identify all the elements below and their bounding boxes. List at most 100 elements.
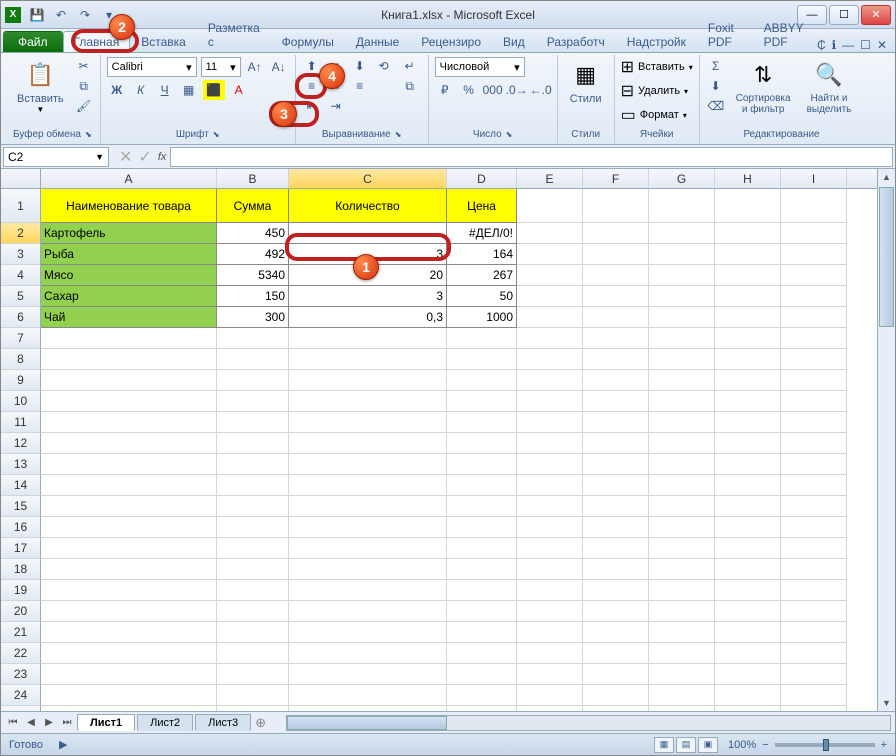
col-header-B[interactable]: B <box>217 169 289 188</box>
cell[interactable] <box>781 433 847 454</box>
cell[interactable] <box>715 328 781 349</box>
cell[interactable] <box>41 370 217 391</box>
cell[interactable] <box>517 265 583 286</box>
cell[interactable] <box>781 559 847 580</box>
row-header[interactable]: 13 <box>1 454 41 475</box>
cell[interactable] <box>289 685 447 706</box>
row-header[interactable]: 1 <box>1 189 41 223</box>
cell[interactable] <box>649 664 715 685</box>
tab-data[interactable]: Данные <box>345 31 410 52</box>
row-header[interactable]: 20 <box>1 601 41 622</box>
tab-view[interactable]: Вид <box>492 31 536 52</box>
fill-color-button[interactable]: ⬛ <box>203 80 225 100</box>
cell[interactable] <box>583 328 649 349</box>
cell[interactable] <box>41 643 217 664</box>
cell[interactable] <box>781 189 847 223</box>
cell[interactable] <box>517 328 583 349</box>
row-header[interactable]: 12 <box>1 433 41 454</box>
cell[interactable] <box>715 706 781 711</box>
close-button[interactable]: ✕ <box>861 5 891 25</box>
cell[interactable] <box>517 189 583 223</box>
launcher-icon[interactable]: ⬊ <box>506 130 513 139</box>
row-header[interactable]: 16 <box>1 517 41 538</box>
col-header-C[interactable]: C <box>289 169 447 188</box>
cell[interactable] <box>781 643 847 664</box>
cell[interactable] <box>715 643 781 664</box>
cell[interactable] <box>517 643 583 664</box>
cell[interactable] <box>781 223 847 244</box>
cell[interactable] <box>41 580 217 601</box>
cell[interactable] <box>649 307 715 328</box>
select-all-button[interactable] <box>1 169 41 188</box>
border-button[interactable]: ▦ <box>179 80 199 100</box>
cell[interactable] <box>715 475 781 496</box>
number-format-combo[interactable]: Числовой▾ <box>435 57 525 77</box>
cell[interactable] <box>289 223 447 244</box>
cell[interactable] <box>289 433 447 454</box>
cell[interactable] <box>41 685 217 706</box>
tab-developer[interactable]: Разработч <box>536 31 616 52</box>
cell[interactable] <box>583 244 649 265</box>
cell[interactable] <box>583 601 649 622</box>
cell[interactable]: 5340 <box>217 265 289 286</box>
row-header[interactable]: 17 <box>1 538 41 559</box>
cell[interactable] <box>447 496 517 517</box>
cell[interactable] <box>447 349 517 370</box>
zoom-slider[interactable] <box>775 743 875 747</box>
increase-font-button[interactable]: A↑ <box>245 57 265 77</box>
cell[interactable] <box>217 496 289 517</box>
cell[interactable] <box>781 580 847 601</box>
doc-restore-icon[interactable]: ☐ <box>860 38 871 52</box>
cell[interactable] <box>289 517 447 538</box>
decrease-indent-button[interactable]: ⇤ <box>302 97 322 115</box>
save-button[interactable]: 💾 <box>27 5 47 25</box>
cell[interactable]: 492 <box>217 244 289 265</box>
tab-insert[interactable]: Вставка <box>130 31 197 52</box>
tab-foxit[interactable]: Foxit PDF <box>697 17 753 52</box>
new-sheet-button[interactable]: ⊕ <box>255 715 266 731</box>
cell[interactable] <box>217 643 289 664</box>
cell[interactable] <box>517 223 583 244</box>
cell[interactable] <box>583 189 649 223</box>
row-header[interactable]: 25 <box>1 706 41 711</box>
styles-button[interactable]: ▦ Стили <box>564 57 608 107</box>
cell[interactable] <box>715 559 781 580</box>
name-box[interactable]: C2▼ <box>3 147 109 167</box>
help-icon[interactable]: ℹ <box>832 38 837 52</box>
percent-button[interactable]: % <box>459 80 479 100</box>
decrease-font-button[interactable]: A↓ <box>269 57 289 77</box>
launcher-icon[interactable]: ⬊ <box>395 130 402 139</box>
cell[interactable] <box>517 307 583 328</box>
decrease-decimal-button[interactable]: ←.0 <box>531 80 551 100</box>
cell[interactable] <box>781 328 847 349</box>
cell[interactable] <box>447 601 517 622</box>
undo-button[interactable]: ↶ <box>51 5 71 25</box>
paste-button[interactable]: 📋 Вставить ▼ <box>11 57 70 116</box>
cell[interactable]: 267 <box>447 265 517 286</box>
cell[interactable] <box>217 580 289 601</box>
cell[interactable] <box>649 685 715 706</box>
cell[interactable] <box>781 370 847 391</box>
cell[interactable] <box>447 685 517 706</box>
row-header[interactable]: 18 <box>1 559 41 580</box>
tab-file[interactable]: Файл <box>3 31 63 52</box>
cell[interactable] <box>41 496 217 517</box>
hscroll-thumb[interactable] <box>287 716 447 730</box>
cell[interactable] <box>583 433 649 454</box>
cell[interactable]: Сумма <box>217 189 289 223</box>
zoom-out-button[interactable]: − <box>762 739 768 751</box>
cell[interactable] <box>649 412 715 433</box>
cell[interactable] <box>649 223 715 244</box>
cell[interactable] <box>41 475 217 496</box>
cell[interactable] <box>41 517 217 538</box>
cell[interactable]: 3 <box>289 286 447 307</box>
currency-button[interactable]: ₽ <box>435 80 455 100</box>
cell[interactable] <box>517 286 583 307</box>
cell[interactable] <box>583 307 649 328</box>
cell[interactable] <box>217 433 289 454</box>
cell[interactable] <box>781 517 847 538</box>
cell[interactable] <box>517 244 583 265</box>
cell[interactable] <box>715 601 781 622</box>
row-header[interactable]: 5 <box>1 286 41 307</box>
row-header[interactable]: 10 <box>1 391 41 412</box>
